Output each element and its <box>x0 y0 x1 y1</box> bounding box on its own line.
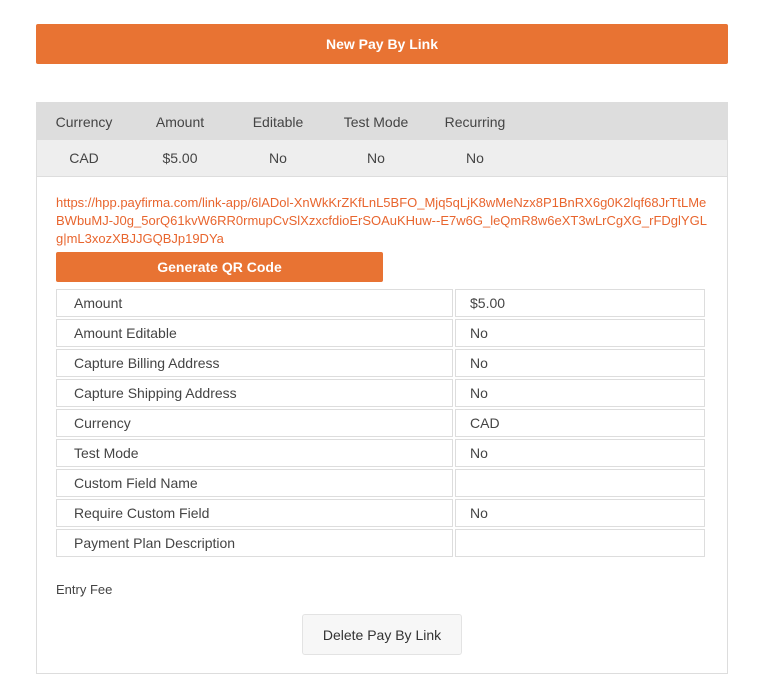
payment-description: Entry Fee <box>56 582 113 597</box>
summary-amount: $5.00 <box>162 150 198 166</box>
detail-value: No <box>455 379 705 407</box>
column-header-currency: Currency <box>55 113 113 130</box>
detail-value <box>455 529 705 557</box>
column-header-amount: Amount <box>155 113 205 130</box>
column-header-editable: Editable <box>252 113 304 130</box>
detail-label: Custom Field Name <box>56 469 453 497</box>
table-row: Custom Field Name <box>56 469 705 497</box>
detail-label: Test Mode <box>56 439 453 467</box>
column-header-test-mode: Test Mode <box>343 113 409 130</box>
summary-data-row[interactable]: CAD $5.00 No No No <box>37 140 727 177</box>
detail-label: Payment Plan Description <box>56 529 453 557</box>
detail-label: Capture Shipping Address <box>56 379 453 407</box>
detail-value: $5.00 <box>455 289 705 317</box>
table-row: Currency CAD <box>56 409 705 437</box>
detail-value <box>455 469 705 497</box>
details-table: Amount $5.00 Amount Editable No Capture … <box>54 287 707 559</box>
table-row: Amount $5.00 <box>56 289 705 317</box>
table-row: Capture Shipping Address No <box>56 379 705 407</box>
detail-value: No <box>455 319 705 347</box>
summary-test-mode: No <box>367 150 385 166</box>
link-details-panel: https://hpp.payfirma.com/link-app/6lADol… <box>37 177 727 655</box>
table-row: Amount Editable No <box>56 319 705 347</box>
summary-recurring: No <box>466 150 484 166</box>
new-pay-by-link-button[interactable]: New Pay By Link <box>36 24 728 64</box>
summary-editable: No <box>269 150 287 166</box>
table-row: Capture Billing Address No <box>56 349 705 377</box>
table-row: Test Mode No <box>56 439 705 467</box>
summary-currency: CAD <box>69 150 99 166</box>
detail-label: Amount <box>56 289 453 317</box>
detail-value: No <box>455 499 705 527</box>
detail-label: Currency <box>56 409 453 437</box>
column-header-recurring: Recurring <box>444 113 506 130</box>
delete-pay-by-link-button[interactable]: Delete Pay By Link <box>302 614 462 655</box>
table-row: Payment Plan Description <box>56 529 705 557</box>
detail-value: CAD <box>455 409 705 437</box>
detail-label: Amount Editable <box>56 319 453 347</box>
generate-qr-code-button[interactable]: Generate QR Code <box>56 252 383 282</box>
pay-by-link-card: Currency Amount Editable Test Mode Recur… <box>36 102 728 674</box>
table-row: Require Custom Field No <box>56 499 705 527</box>
delete-button-container: Delete Pay By Link <box>56 614 708 655</box>
detail-label: Require Custom Field <box>56 499 453 527</box>
detail-value: No <box>455 349 705 377</box>
detail-label: Capture Billing Address <box>56 349 453 377</box>
pay-by-link-url[interactable]: https://hpp.payfirma.com/link-app/6lADol… <box>56 194 712 248</box>
detail-value: No <box>455 439 705 467</box>
summary-header-row: Currency Amount Editable Test Mode Recur… <box>37 103 727 140</box>
